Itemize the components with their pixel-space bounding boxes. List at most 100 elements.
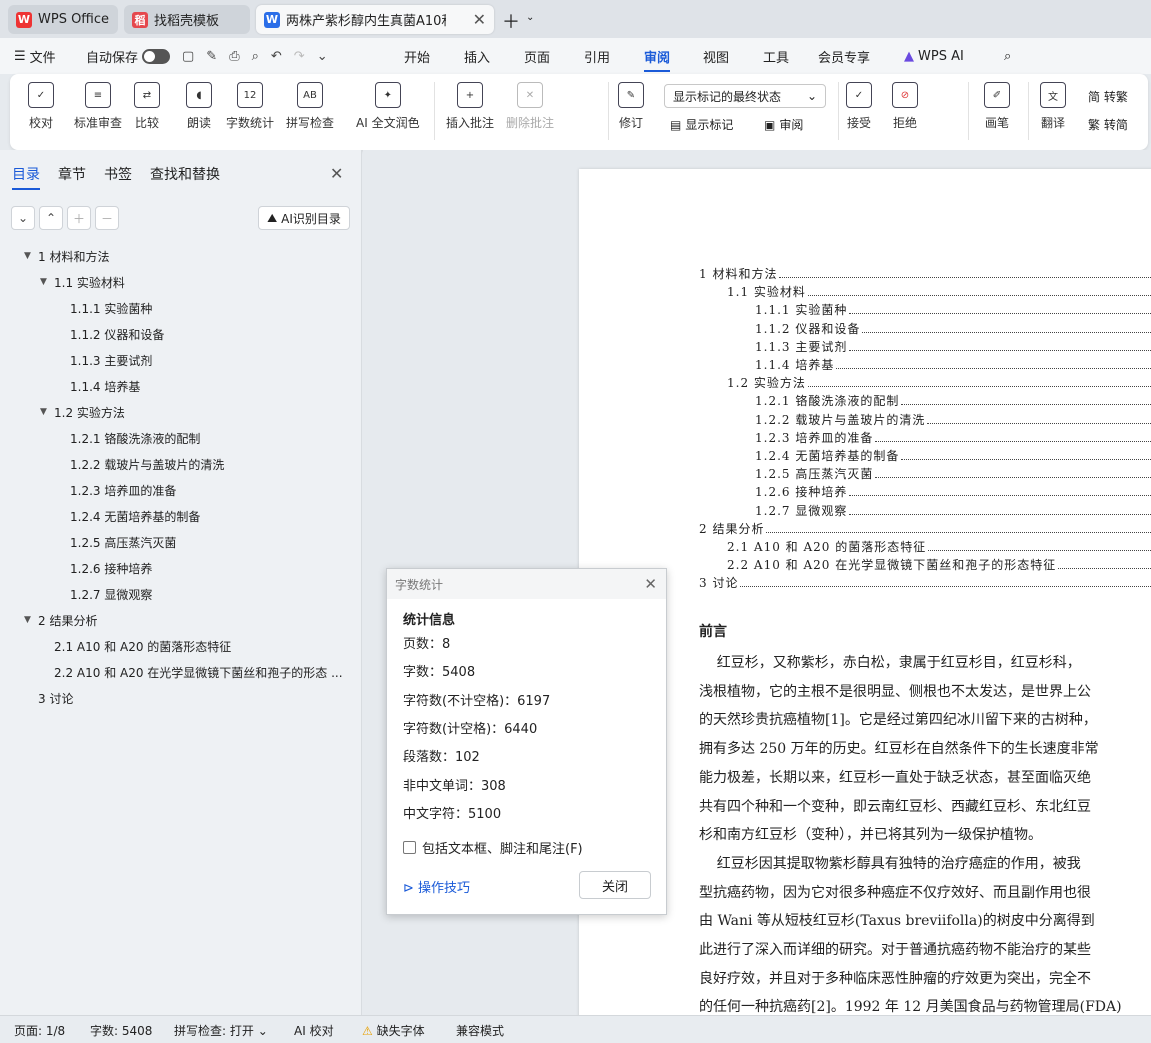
print-icon[interactable]: ⎙ (229, 49, 239, 64)
toc-item[interactable]: 3 讨论 (38, 688, 73, 708)
document-toc-entry[interactable]: 2.1 A10 和 A20 的菌落形态特征 (727, 538, 926, 555)
expand-triangle-icon[interactable]: ▼ (40, 277, 54, 287)
toc-item[interactable]: 1.2.5 高压蒸汽灭菌 (70, 532, 176, 552)
document-toc-entry[interactable]: 1.2.1 铬酸洗涤液的配制 (755, 392, 899, 409)
toc-item[interactable]: ▼ 1 材料和方法 (24, 246, 109, 266)
menu-item-insert[interactable]: 插入 (464, 46, 490, 66)
wps-ai-menu[interactable]: ▲ WPS AI (904, 46, 964, 66)
tab-wps-office[interactable]: W WPS Office (8, 5, 118, 34)
to-simplified-button[interactable]: 繁 转简 (1088, 116, 1128, 133)
toggle-switch[interactable] (142, 48, 171, 64)
document-toc-entry[interactable]: 1.2.6 接种培养 (755, 483, 847, 500)
ai-polish-button[interactable]: ✦ AI 全文润色 (356, 82, 420, 131)
compare-button[interactable]: ⇄ 比较 (134, 82, 160, 131)
menu-item-start[interactable]: 开始 (404, 46, 430, 66)
tab-toc[interactable]: 目录 (12, 164, 40, 190)
pen-button[interactable]: ✐ 画笔 (984, 82, 1010, 131)
save-icon[interactable]: ▢ (182, 49, 194, 64)
toc-item[interactable]: 1.2.1 铬酸洗涤液的配制 (70, 428, 200, 448)
close-icon[interactable]: ✕ (330, 164, 343, 183)
document-toc-entry[interactable]: 3 讨论 (699, 574, 738, 591)
toc-item[interactable]: 1.1.3 主要试剂 (70, 350, 152, 370)
proofread-button[interactable]: ✓ 校对 (28, 82, 54, 131)
expand-triangle-icon[interactable]: ▼ (40, 407, 54, 417)
close-icon[interactable]: ✕ (644, 575, 657, 593)
more-icon[interactable]: ⌄ (317, 49, 328, 64)
document-toc-entry[interactable]: 1.2 实验方法 (727, 374, 806, 391)
expand-triangle-icon[interactable]: ▼ (24, 615, 38, 625)
document-toc-entry[interactable]: 1.1.2 仪器和设备 (755, 320, 860, 337)
add-level-icon[interactable]: ＋ (67, 206, 91, 230)
menu-item-tools[interactable]: 工具 (763, 46, 789, 66)
document-toc-entry[interactable]: 1.1.1 实验菌种 (755, 301, 847, 318)
toc-item[interactable]: 2.2 A10 和 A20 在光学显微镜下菌丝和孢子的形态 ... (54, 662, 343, 682)
document-toc-entry[interactable]: 1.1.3 主要试剂 (755, 338, 847, 355)
translate-button[interactable]: 文翻译 (1040, 82, 1066, 131)
remove-level-icon[interactable]: － (95, 206, 119, 230)
close-tab-icon[interactable]: ✕ (473, 10, 486, 29)
toc-item[interactable]: 1.1.4 培养基 (70, 376, 140, 396)
toc-item[interactable]: 1.2.3 培养皿的准备 (70, 480, 176, 500)
chevron-down-icon[interactable]: ⌄ (526, 12, 534, 23)
tips-link[interactable]: ⊳ 操作技巧 (403, 877, 470, 896)
track-changes-button[interactable]: ✎ 修订 (618, 82, 644, 131)
delete-comment-button[interactable]: ✕ 删除批注 (506, 82, 554, 131)
expand-triangle-icon[interactable]: ▼ (24, 251, 38, 261)
document-toc-entry[interactable]: 1.2.3 培养皿的准备 (755, 429, 873, 446)
toc-item[interactable]: 1.2.7 显微观察 (70, 584, 152, 604)
tab-chapter[interactable]: 章节 (58, 164, 86, 184)
file-menu[interactable]: ☰ 文件 (14, 46, 56, 66)
document-toc-entry[interactable]: 1.2.4 无菌培养基的制备 (755, 447, 899, 464)
toc-item[interactable]: 1.2.4 无菌培养基的制备 (70, 506, 200, 526)
undo-icon[interactable]: ↶ (271, 49, 282, 64)
document-toc-entry[interactable]: 1.2.7 显微观察 (755, 502, 847, 519)
document-toc-entry[interactable]: 2.2 A10 和 A20 在光学显微镜下菌丝和孢子的形态特征 (727, 556, 1056, 573)
document-toc-entry[interactable]: 1.1.4 培养基 (755, 356, 834, 373)
insert-comment-button[interactable]: + 插入批注 (446, 82, 494, 131)
toc-item[interactable]: 2.1 A10 和 A20 的菌落形态特征 (54, 636, 231, 656)
review-pane-button[interactable]: ▣ 审阅 (764, 116, 803, 133)
to-traditional-button[interactable]: 简 转繁 (1088, 88, 1128, 105)
word-count-indicator[interactable]: 字数: 5408 (90, 1022, 152, 1039)
document-toc-entry[interactable]: 1.1 实验材料 (727, 283, 806, 300)
new-tab-icon[interactable]: ＋ (502, 8, 520, 34)
tab-document[interactable]: W 两株产紫杉醇内生真菌A10和A ✕ (256, 5, 494, 34)
toc-item[interactable]: ▼ 2 结果分析 (24, 610, 97, 630)
toc-item[interactable]: 1.2.6 接种培养 (70, 558, 152, 578)
menu-item-member[interactable]: 会员专享 (818, 46, 870, 66)
collapse-down-icon[interactable]: ⌄ (11, 206, 35, 230)
menu-item-view[interactable]: 视图 (703, 46, 729, 66)
redo-icon[interactable]: ↷ (294, 49, 305, 64)
toc-item[interactable]: 1.1.2 仪器和设备 (70, 324, 164, 344)
missing-font-status[interactable]: ⚠ 缺失字体 (362, 1022, 425, 1039)
tab-find-replace[interactable]: 查找和替换 (150, 164, 220, 184)
close-button[interactable]: 关闭 (579, 871, 651, 899)
page-indicator[interactable]: 页面: 1/8 (14, 1022, 65, 1039)
reject-button[interactable]: ⊘ 拒绝 (892, 82, 918, 131)
document-toc-entry[interactable]: 1.2.2 载玻片与盖玻片的清洗 (755, 411, 925, 428)
toc-item[interactable]: ▼ 1.2 实验方法 (40, 402, 125, 422)
document-toc-entry[interactable]: 2 结果分析 (699, 520, 764, 537)
document-toc-entry[interactable]: 1.2.5 高压蒸汽灭菌 (755, 465, 873, 482)
show-markup-button[interactable]: ▤ 显示标记 (670, 116, 733, 133)
spell-check-status[interactable]: 拼写检查: 打开 ⌄ (174, 1022, 268, 1039)
accept-button[interactable]: ✓ 接受 (846, 82, 872, 131)
ai-identify-toc-button[interactable]: ⛰ AI识别目录 (258, 206, 350, 230)
spell-check-button[interactable]: AB 拼写检查 (286, 82, 334, 131)
tab-bookmark[interactable]: 书签 (104, 164, 132, 184)
toc-item[interactable]: ▼ 1.1 实验材料 (40, 272, 125, 292)
markup-display-select[interactable]: 显示标记的最终状态 ⌄ (664, 84, 826, 108)
read-aloud-button[interactable]: ◖ 朗读 (186, 82, 212, 131)
search-icon[interactable]: ⌕ (1004, 46, 1011, 66)
collapse-up-icon[interactable]: ⌃ (39, 206, 63, 230)
standard-review-button[interactable]: ≡ 标准审查 (74, 82, 122, 131)
menu-item-reference[interactable]: 引用 (584, 46, 610, 66)
toc-item[interactable]: 1.2.2 载玻片与盖玻片的清洗 (70, 454, 224, 474)
include-textbox-checkbox[interactable]: 包括文本框、脚注和尾注(F) (403, 838, 583, 857)
format-painter-icon[interactable]: ✎ (206, 49, 217, 64)
ai-proofread-status[interactable]: AI 校对 (294, 1022, 334, 1039)
print-preview-icon[interactable]: ⌕ (252, 49, 259, 64)
autosave-toggle[interactable]: 自动保存 (86, 46, 171, 66)
word-count-button[interactable]: 12 字数统计 (226, 82, 274, 131)
checkbox-box[interactable] (403, 841, 416, 854)
